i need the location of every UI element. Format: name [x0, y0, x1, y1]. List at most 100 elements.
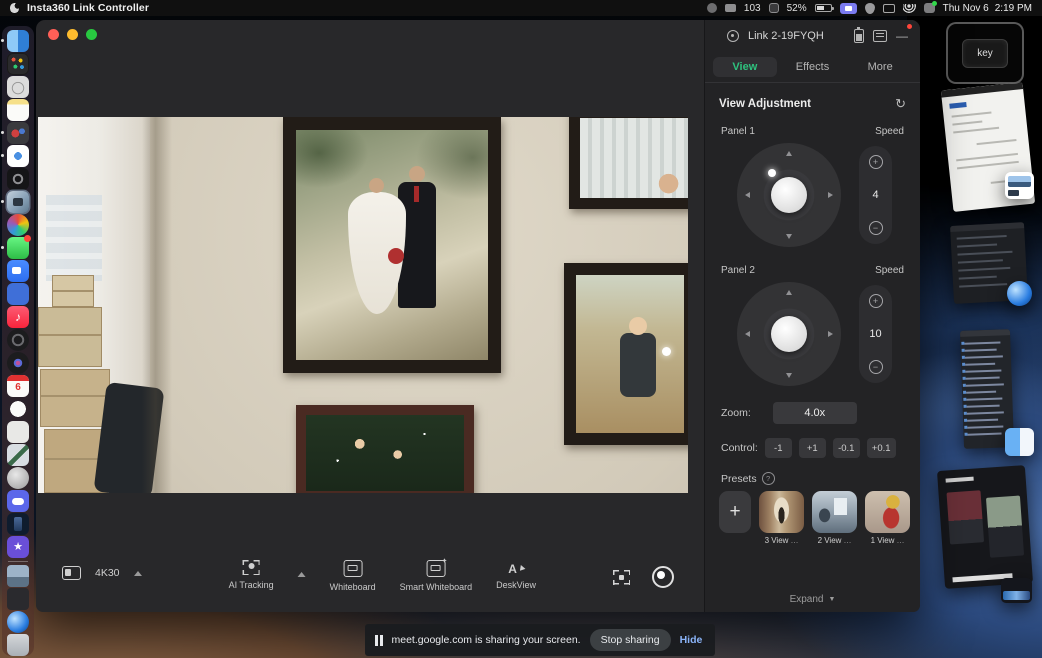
screen-share-banner: meet.google.com is sharing your screen. … — [365, 624, 715, 656]
panel1-joystick-pad[interactable] — [737, 143, 841, 247]
preview-app-icon-pictures[interactable] — [1005, 172, 1034, 199]
dock-icon-finder[interactable] — [7, 30, 29, 52]
dock-icon-calendar[interactable]: 6 — [7, 375, 29, 397]
panel1-joystick-row: + 4 − — [705, 141, 920, 247]
cardboard-box — [52, 275, 94, 307]
finder-icon[interactable] — [1005, 428, 1034, 456]
preset-1-thumbnail[interactable] — [865, 491, 910, 533]
menubar-app-name[interactable]: Insta360 Link Controller — [27, 2, 149, 14]
tab-effects[interactable]: Effects — [781, 57, 845, 77]
ai-tracking-chevron-up-icon[interactable] — [298, 568, 306, 577]
dock-icon-trash[interactable] — [7, 634, 29, 656]
status-display-icon[interactable] — [883, 4, 895, 13]
hide-banner-link[interactable]: Hide — [680, 634, 703, 646]
record-button[interactable] — [652, 566, 674, 588]
preset-3-thumbnail[interactable] — [759, 491, 804, 533]
status-shield-icon[interactable] — [865, 3, 875, 14]
dock-icon-zoom[interactable] — [7, 260, 29, 282]
dock-icon-knob-app[interactable] — [7, 467, 29, 489]
control-plus-1-button[interactable]: +1 — [799, 438, 826, 458]
dock-icon-star-app[interactable]: ★ — [7, 536, 29, 558]
dock-icon-photo-booth[interactable] — [7, 122, 29, 144]
dock-minimized-photo-window[interactable] — [7, 565, 29, 587]
dock-icon-color-circle-app[interactable] — [7, 352, 29, 374]
device-badge-icon[interactable] — [725, 4, 736, 12]
deskview-button[interactable]: A DeskView — [496, 560, 536, 590]
dock-icon-blue-app[interactable] — [7, 283, 29, 305]
stop-sharing-button[interactable]: Stop sharing — [590, 629, 671, 651]
dock-icon-gear-app[interactable] — [7, 168, 29, 190]
speed-increase-icon[interactable]: + — [869, 294, 883, 308]
camera-video-feed — [38, 117, 688, 493]
status-green-dot-icon[interactable] — [924, 3, 935, 13]
control-minus-1-button[interactable]: -1 — [765, 438, 792, 458]
status-circle-icon[interactable] — [707, 3, 717, 13]
panel2-joystick-knob[interactable] — [771, 316, 807, 352]
preset-more-icon[interactable]: … — [790, 536, 798, 545]
dock-icon-hammer-app[interactable] — [7, 444, 29, 466]
camera-preview-area: 4K30 AI Tracking Whiteboard ✦ S — [36, 20, 704, 612]
dock-icon-chrome[interactable] — [7, 145, 29, 167]
pip-icon[interactable] — [62, 566, 81, 580]
smart-whiteboard-button[interactable]: ✦ Smart Whiteboard — [400, 560, 473, 592]
panel2-speed-value: 10 — [869, 328, 881, 340]
speed-decrease-icon[interactable]: − — [869, 360, 883, 374]
dock-icon-pinwheel-app[interactable] — [7, 214, 29, 236]
window-preview-news[interactable] — [937, 465, 1033, 589]
frame-lock-icon[interactable] — [613, 570, 630, 585]
dock-icon-notes[interactable] — [7, 99, 29, 121]
control-minus-0-1-button[interactable]: -0.1 — [833, 438, 860, 458]
tab-more[interactable]: More — [848, 57, 912, 77]
dock-icon-messages[interactable] — [7, 237, 29, 259]
switch-camera-icon[interactable] — [873, 30, 887, 42]
presets-info-icon[interactable]: ? — [762, 472, 775, 485]
ai-tracking-button[interactable]: AI Tracking — [229, 560, 274, 590]
expand-button[interactable]: Expand ▼ — [705, 588, 920, 612]
dock-minimized-dark-window[interactable] — [7, 588, 29, 610]
zoom-window-button[interactable] — [86, 29, 97, 40]
preset-more-icon[interactable]: … — [843, 536, 851, 545]
dock-icon-device-app[interactable] — [7, 513, 29, 535]
dock-icon-launchpad[interactable] — [7, 53, 29, 75]
more-menu-icon[interactable]: — — [896, 29, 908, 43]
status-lock-icon[interactable] — [769, 3, 779, 13]
dock-icon-music[interactable]: ♪ — [7, 306, 29, 328]
preset-more-icon[interactable]: … — [896, 536, 904, 545]
apple-menu-icon[interactable] — [10, 3, 19, 13]
minimize-window-button[interactable] — [67, 29, 78, 40]
joystick-up-arrow-icon — [786, 151, 792, 156]
speed-increase-icon[interactable]: + — [869, 155, 883, 169]
tab-view[interactable]: View — [713, 57, 777, 77]
panel2-joystick-pad[interactable] — [737, 282, 841, 386]
resolution-chevron-up-icon[interactable] — [134, 567, 142, 576]
panel1-joystick-knob[interactable] — [771, 177, 807, 213]
dock-icon-discord[interactable] — [7, 490, 29, 512]
dock-icon-insta360-link-controller[interactable] — [7, 191, 29, 213]
menubar-clock[interactable]: Thu Nov 6 2:19 PM — [943, 3, 1032, 14]
zoom-value[interactable]: 4.0x — [773, 402, 857, 424]
control-plus-0-1-button[interactable]: +0.1 — [867, 438, 896, 458]
toolbar-right-group — [613, 566, 674, 588]
screen-recording-indicator-icon[interactable] — [840, 3, 857, 14]
finder-row — [968, 433, 1002, 436]
dock-icon-white-app[interactable] — [7, 421, 29, 443]
preset-2-thumbnail[interactable] — [812, 491, 857, 533]
battery-icon[interactable] — [815, 4, 832, 12]
desktop-screen: key — [0, 0, 1042, 658]
doc-line — [956, 153, 1018, 161]
dock-minimized-blue-app[interactable] — [7, 611, 29, 633]
whiteboard-button[interactable]: Whiteboard — [330, 560, 376, 592]
add-preset-button[interactable]: + — [719, 491, 751, 533]
joystick-right-arrow-icon — [828, 331, 833, 337]
preview-app-icon-blue[interactable] — [1007, 281, 1032, 306]
speed-decrease-icon[interactable]: − — [869, 221, 883, 235]
top-right-photo-frame — [569, 117, 688, 209]
dock-icon-wave-app[interactable] — [7, 76, 29, 98]
preview-app-icon-dark[interactable] — [1001, 578, 1032, 603]
close-window-button[interactable] — [48, 29, 59, 40]
dock-icon-dark-ring-app[interactable] — [7, 329, 29, 351]
reset-icon[interactable]: ↻ — [895, 96, 906, 112]
wifi-icon[interactable] — [903, 4, 916, 13]
resolution-selector[interactable]: 4K30 — [95, 567, 120, 579]
dock-icon-photos[interactable] — [7, 398, 29, 420]
